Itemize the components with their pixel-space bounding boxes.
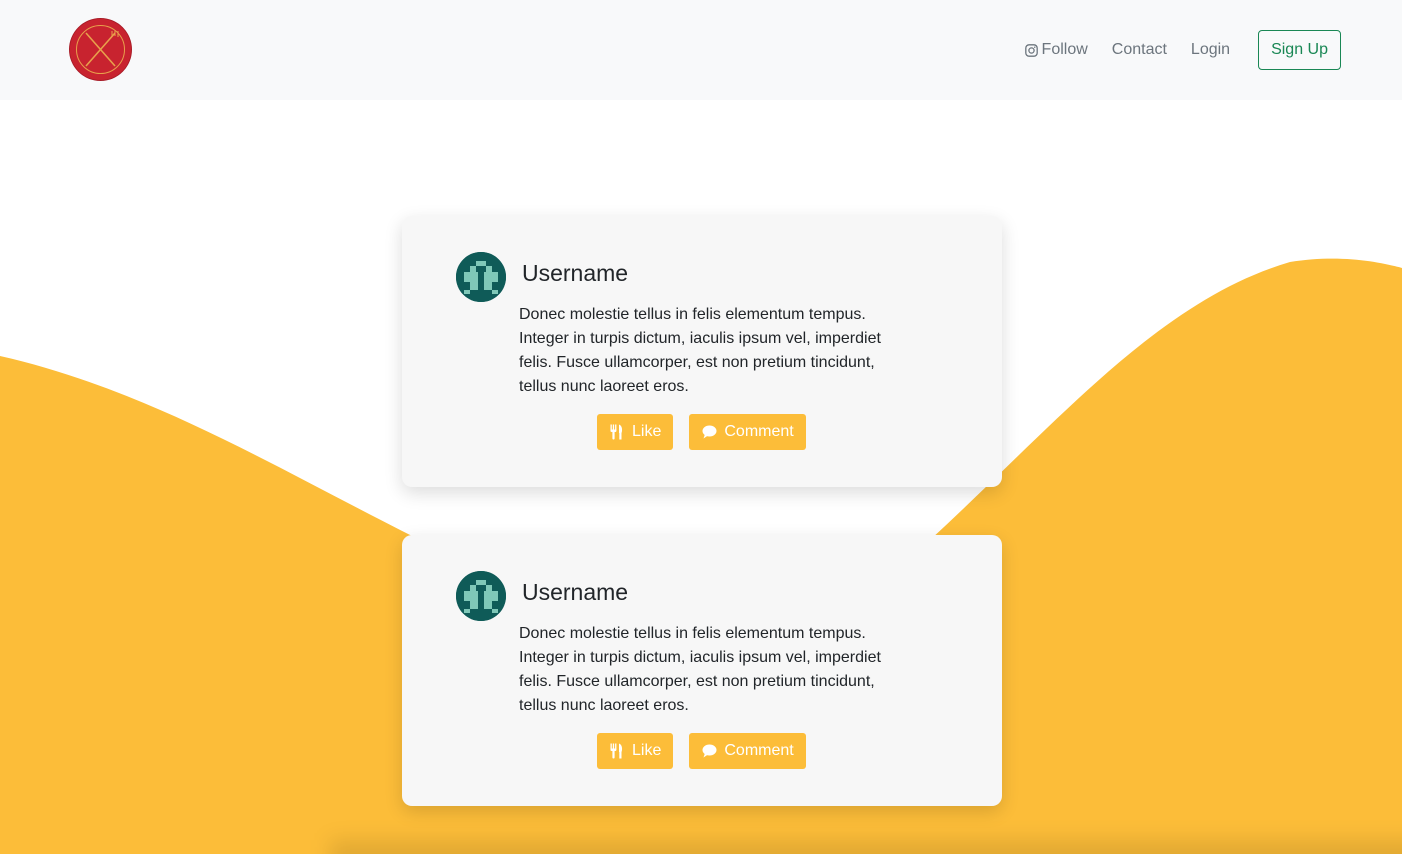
footer-shadow (330, 840, 1402, 854)
post-username: Username (522, 579, 629, 605)
logo-emblem-icon (70, 19, 131, 80)
comment-label: Comment (724, 423, 794, 440)
like-label: Like (632, 423, 662, 440)
identicon-icon (456, 252, 506, 302)
utensils-icon (609, 743, 625, 759)
speech-bubble-icon (701, 424, 717, 440)
post-card: Username Donec molestie tellus in felis … (402, 216, 1002, 487)
post-actions: Like Comment (597, 414, 822, 450)
identicon-icon (456, 571, 506, 621)
post-username: Username (522, 260, 629, 286)
post-body: Donec molestie tellus in felis elementum… (519, 625, 881, 714)
signup-button[interactable]: Sign Up (1258, 30, 1341, 70)
follow-label: Follow (1041, 41, 1088, 58)
login-link[interactable]: Login (1191, 41, 1230, 59)
contact-link[interactable]: Contact (1112, 41, 1167, 59)
comment-button[interactable]: Comment (689, 414, 806, 450)
like-button[interactable]: Like (597, 414, 674, 450)
utensils-icon (609, 424, 625, 440)
like-label: Like (632, 742, 662, 759)
comment-button[interactable]: Comment (689, 733, 806, 769)
brand-logo[interactable] (70, 19, 131, 80)
page: Follow Contact Login Sign Up Username Do… (0, 0, 1402, 854)
post-actions: Like Comment (597, 733, 822, 769)
like-button[interactable]: Like (597, 733, 674, 769)
post-body: Donec molestie tellus in felis elementum… (519, 306, 881, 395)
follow-link[interactable]: Follow (1024, 41, 1088, 59)
instagram-icon (1024, 43, 1038, 57)
speech-bubble-icon (701, 743, 717, 759)
post-card: Username Donec molestie tellus in felis … (402, 535, 1002, 806)
nav-links: Follow Contact Login Sign Up (1001, 0, 1402, 100)
avatar[interactable] (456, 571, 506, 621)
navbar: Follow Contact Login Sign Up (0, 0, 1402, 100)
comment-label: Comment (724, 742, 794, 759)
avatar[interactable] (456, 252, 506, 302)
